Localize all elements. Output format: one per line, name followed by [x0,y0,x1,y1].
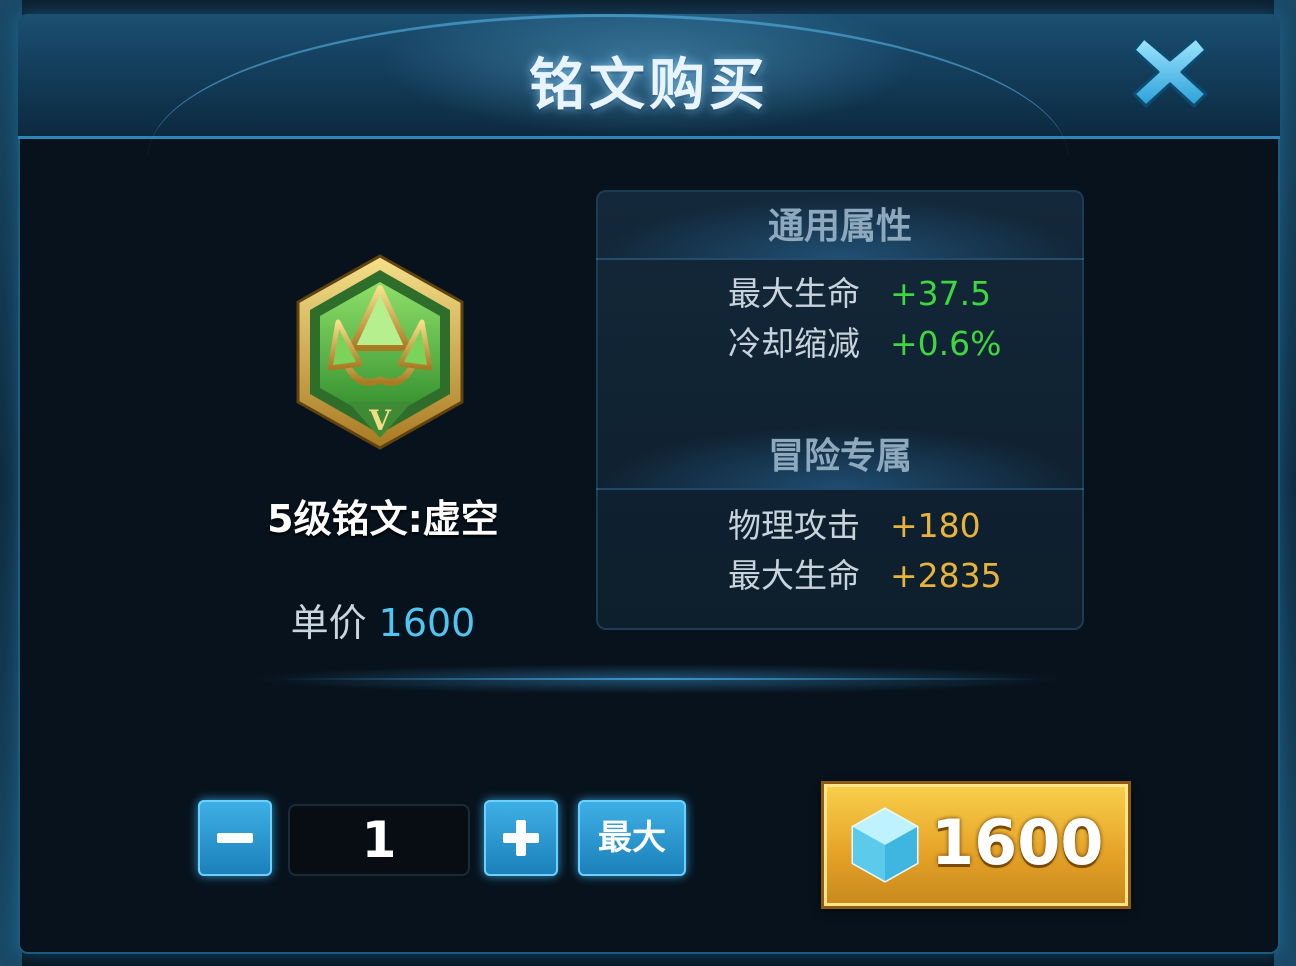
attribute-name: 物理攻击 [728,506,860,545]
attribute-row: 最大生命 +37.5 [596,270,1084,318]
plus-icon [503,820,539,856]
game-screen: 铭文购买 V 5级铭文:虚空 单价 1600 通用属性 最大生命 +37.5 冷… [0,0,1296,966]
adventure-attributes-heading: 冒险专属 [596,426,1084,490]
general-attributes-heading: 通用属性 [596,196,1084,260]
attribute-name: 冷却缩减 [728,324,860,363]
unit-price-label: 单价 [290,601,367,645]
buy-button[interactable]: 1600 [824,784,1128,906]
divider-line [278,678,1038,680]
unit-price-value: 1600 [378,601,476,645]
attributes-panel: 通用属性 最大生命 +37.5 冷却缩减 +0.6% 冒险专属 物理攻击 +18… [596,190,1084,630]
close-x-icon [1132,36,1208,108]
dialog-header: 铭文购买 [18,14,1280,139]
attribute-name: 最大生命 [728,274,860,313]
attribute-row: 物理攻击 +180 [596,502,1084,550]
minus-icon [217,833,253,843]
max-quantity-button[interactable]: 最大 [578,800,686,876]
attribute-value: +180 [890,506,981,545]
quantity-input[interactable]: 1 [288,804,470,876]
attribute-value: +2835 [890,556,1002,595]
attribute-value: +0.6% [890,324,1002,363]
rune-name: 5级铭文:虚空 [267,497,499,541]
diamond-gem-icon [851,807,919,883]
attribute-row: 冷却缩减 +0.6% [596,320,1084,368]
rune-purchase-dialog: 铭文购买 V 5级铭文:虚空 单价 1600 通用属性 最大生命 +37.5 冷… [18,14,1280,954]
rune-tier-5-green-hexagon-icon: V [296,254,464,450]
attribute-row: 最大生命 +2835 [596,552,1084,600]
attribute-value: +37.5 [890,274,992,313]
attribute-name: 最大生命 [728,556,860,595]
unit-price: 单价 1600 [178,592,588,647]
rune-tier-mark: V [368,404,392,437]
close-button[interactable] [1130,32,1210,112]
decrease-quantity-button[interactable] [198,800,272,876]
dialog-title: 铭文购买 [529,53,769,118]
increase-quantity-button[interactable] [484,800,558,876]
buy-total-price: 1600 [931,806,1104,879]
